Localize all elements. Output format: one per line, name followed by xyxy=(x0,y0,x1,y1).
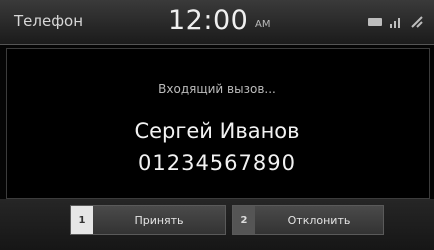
decline-hotkey: 2 xyxy=(233,206,255,234)
caller-number: 01234567890 xyxy=(138,151,296,175)
status-bar: Телефон 12:00 AM xyxy=(0,0,434,45)
accept-label: Принять xyxy=(134,213,184,227)
accept-hotkey: 1 xyxy=(71,206,93,234)
decline-button[interactable]: 2 Отклонить xyxy=(232,205,384,235)
app-title: Телефон xyxy=(14,12,84,30)
clock-ampm: AM xyxy=(255,19,271,30)
battery-icon xyxy=(368,18,382,26)
roaming-icon xyxy=(411,16,423,28)
accept-button[interactable]: 1 Принять xyxy=(70,205,226,235)
decline-label: Отклонить xyxy=(287,213,351,227)
signal-icon xyxy=(390,18,400,28)
call-status: Входящий вызов... xyxy=(158,82,276,96)
status-icons xyxy=(368,15,424,29)
caller-name: Сергей Иванов xyxy=(134,119,300,143)
clock: 12:00 xyxy=(168,5,249,36)
